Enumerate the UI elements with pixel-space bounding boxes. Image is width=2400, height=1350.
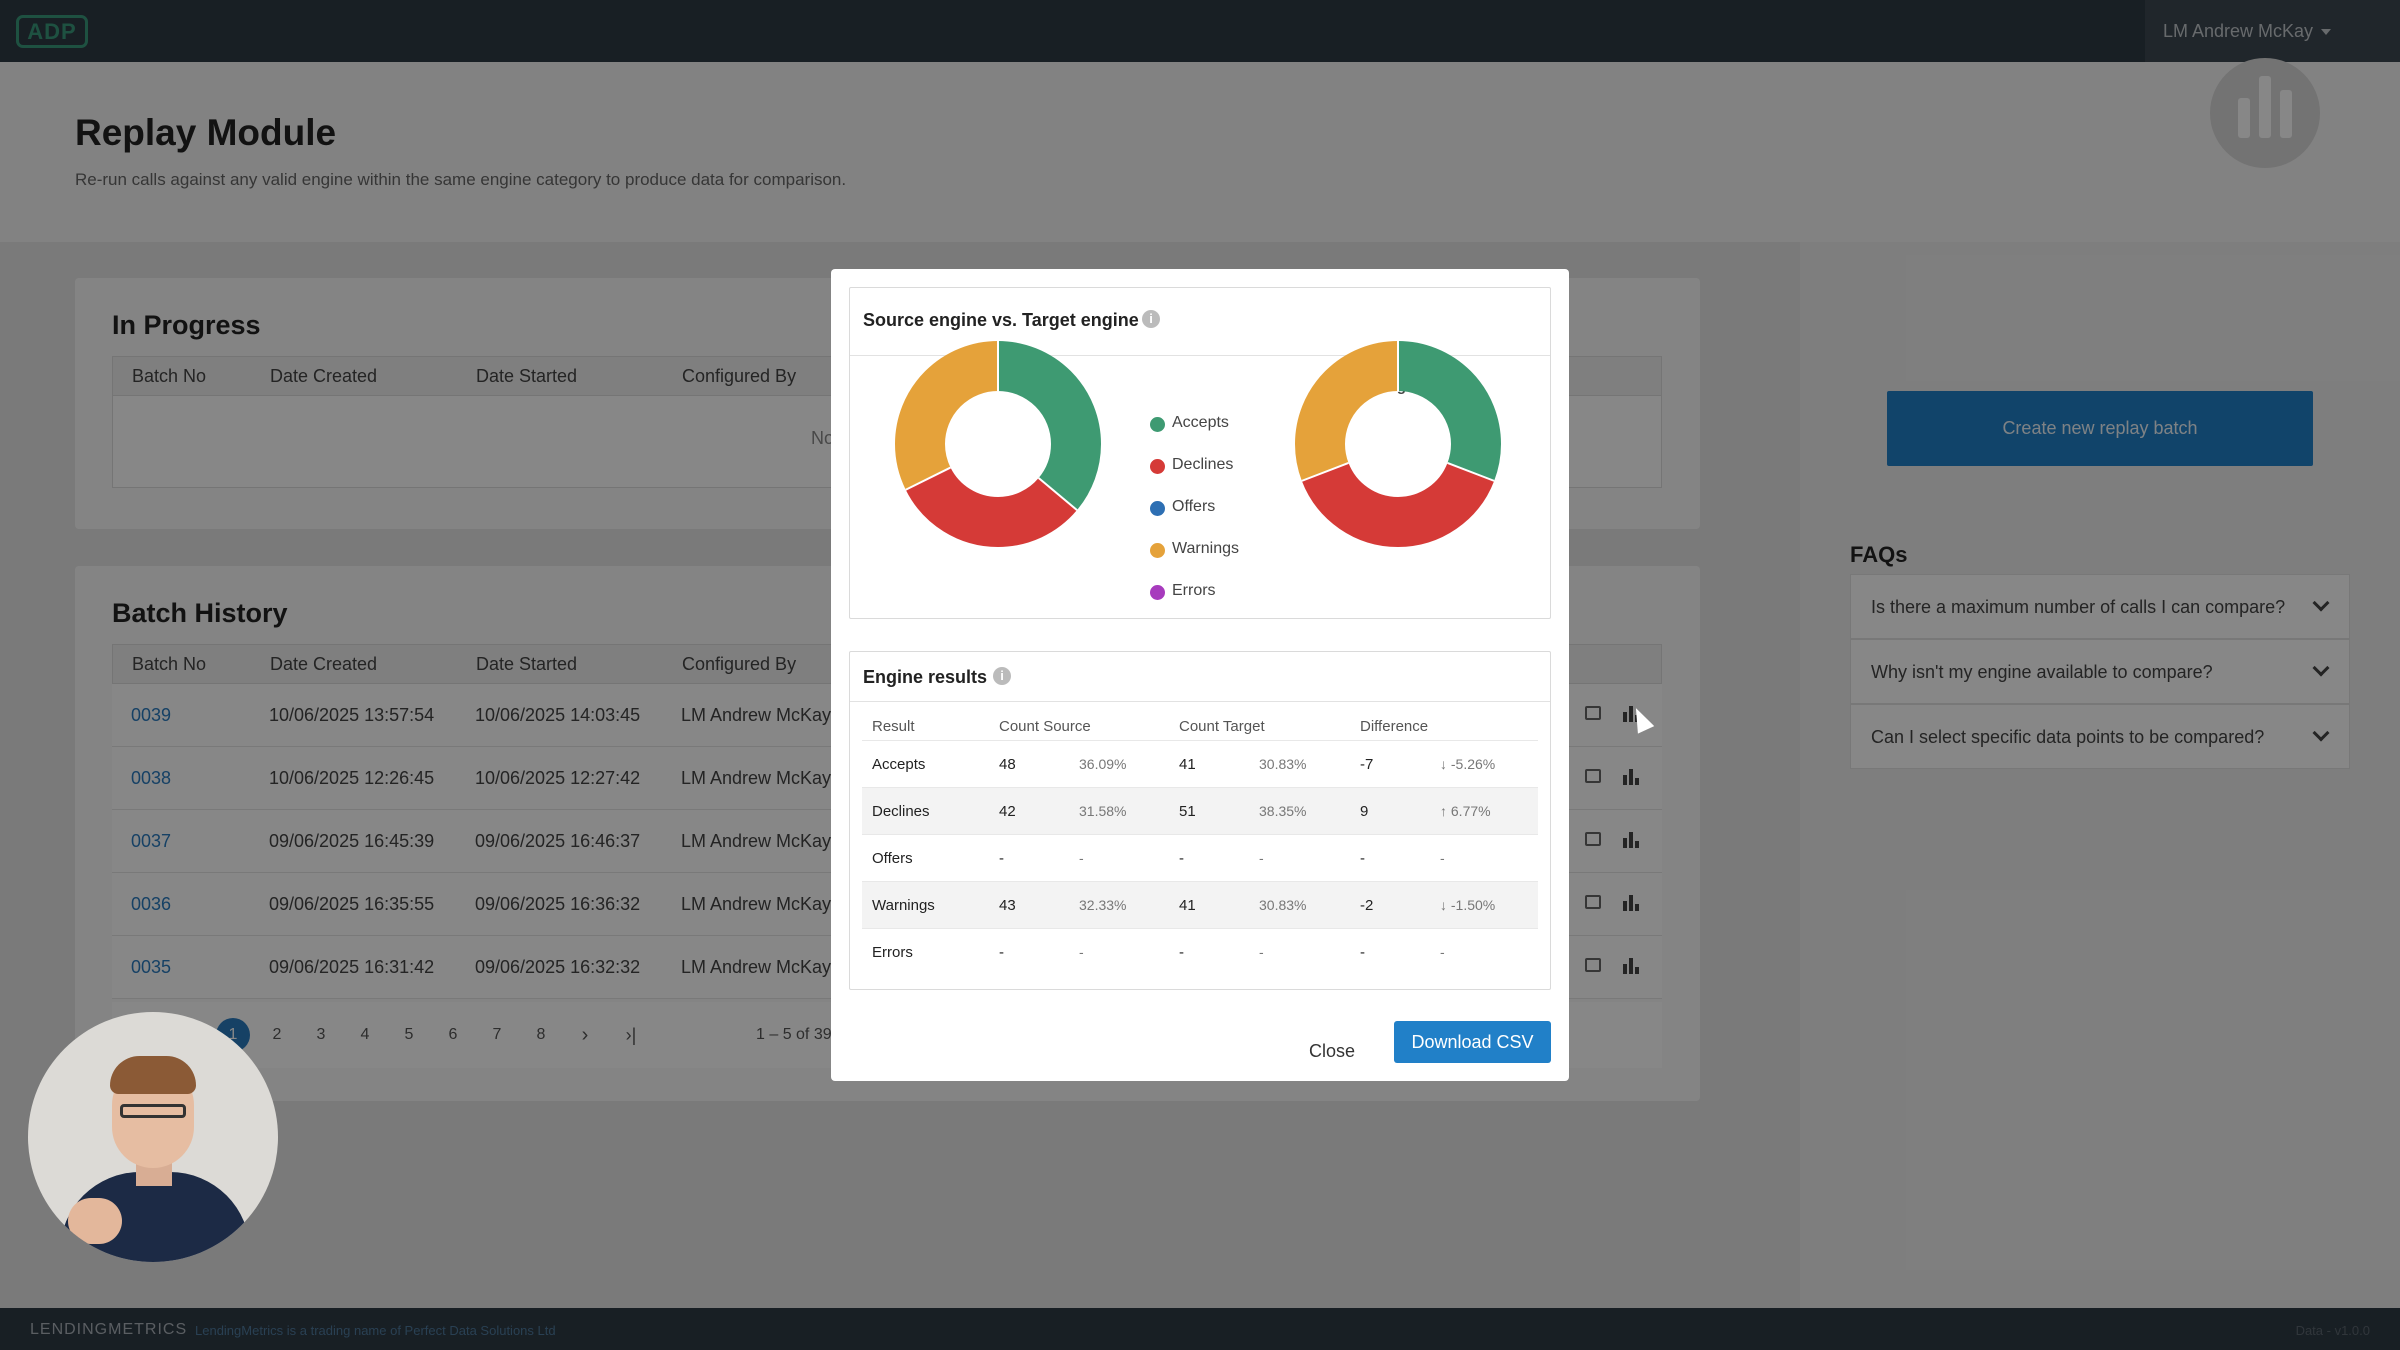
- presenter-webcam: [28, 1012, 278, 1262]
- count-source: -: [999, 944, 1004, 961]
- legend-swatch: [1150, 501, 1165, 516]
- comparison-modal: Source engine vs. Target engine i Source…: [831, 269, 1569, 1081]
- source-percent: 36.09%: [1079, 756, 1127, 772]
- legend-label: Accepts: [1172, 414, 1229, 431]
- source-percent: -: [1079, 944, 1084, 960]
- info-icon[interactable]: i: [1142, 310, 1160, 328]
- count-target: 41: [1179, 897, 1196, 914]
- legend-item[interactable]: Errors: [1150, 581, 1350, 603]
- target-percent: 30.83%: [1259, 897, 1307, 913]
- result-name: Errors: [872, 944, 913, 961]
- difference: -7: [1360, 756, 1374, 773]
- difference-percent: ↓ -5.26%: [1440, 756, 1496, 772]
- engine-comparison-panel: Source engine vs. Target engine i Source…: [849, 287, 1551, 619]
- difference: -2: [1360, 897, 1374, 914]
- col-difference: Difference: [1360, 718, 1429, 735]
- col-count-source: Count Source: [999, 718, 1091, 735]
- legend-item[interactable]: Warnings: [1150, 539, 1350, 561]
- results-row: Declines 42 31.58% 51 38.35% 9 ↑ 6.77%: [862, 787, 1538, 834]
- count-target: -: [1179, 944, 1184, 961]
- difference-percent: -: [1440, 850, 1445, 866]
- count-source: 42: [999, 803, 1016, 820]
- results-row: Offers - - - - - -: [862, 834, 1538, 881]
- target-percent: 30.83%: [1259, 756, 1307, 772]
- legend-item[interactable]: Declines: [1150, 455, 1350, 477]
- source-donut-chart: [895, 341, 1101, 547]
- legend-swatch: [1150, 585, 1165, 600]
- result-name: Warnings: [872, 897, 935, 914]
- result-name: Offers: [872, 850, 913, 867]
- count-source: 43: [999, 897, 1016, 914]
- result-name: Accepts: [872, 756, 926, 773]
- engine-panel-title: Source engine vs. Target engine: [863, 310, 1139, 330]
- results-row: Accepts 48 36.09% 41 30.83% -7 ↓ -5.26%: [862, 740, 1538, 787]
- count-target: 41: [1179, 756, 1196, 773]
- count-source: -: [999, 850, 1004, 867]
- col-result: Result: [872, 718, 915, 735]
- close-button[interactable]: Close: [1297, 1031, 1367, 1071]
- legend-swatch: [1150, 417, 1165, 432]
- difference: -: [1360, 944, 1365, 961]
- source-percent: 32.33%: [1079, 897, 1127, 913]
- source-percent: -: [1079, 850, 1084, 866]
- results-row: Warnings 43 32.33% 41 30.83% -2 ↓ -1.50%: [862, 881, 1538, 928]
- legend-swatch: [1150, 459, 1165, 474]
- result-name: Declines: [872, 803, 930, 820]
- source-percent: 31.58%: [1079, 803, 1127, 819]
- legend-label: Warnings: [1172, 540, 1239, 557]
- legend-item[interactable]: Accepts: [1150, 413, 1350, 435]
- legend-label: Offers: [1172, 498, 1216, 515]
- legend-label: Errors: [1172, 582, 1216, 599]
- legend-item[interactable]: Offers: [1150, 497, 1350, 519]
- target-percent: -: [1259, 944, 1264, 960]
- target-percent: -: [1259, 850, 1264, 866]
- legend-label: Declines: [1172, 456, 1234, 473]
- difference: -: [1360, 850, 1365, 867]
- results-row: Errors - - - - - -: [862, 928, 1538, 975]
- target-percent: 38.35%: [1259, 803, 1307, 819]
- col-count-target: Count Target: [1179, 718, 1265, 735]
- difference-percent: -: [1440, 944, 1445, 960]
- count-target: -: [1179, 850, 1184, 867]
- difference-percent: ↑ 6.77%: [1440, 803, 1491, 819]
- results-header: Result Count Source Count Target Differe…: [862, 710, 1538, 740]
- engine-results-panel: Engine results i Result Count Source Cou…: [849, 651, 1551, 990]
- difference: 9: [1360, 803, 1369, 820]
- download-csv-button[interactable]: Download CSV: [1394, 1021, 1551, 1063]
- difference-percent: ↓ -1.50%: [1440, 897, 1496, 913]
- legend-swatch: [1150, 543, 1165, 558]
- count-target: 51: [1179, 803, 1196, 820]
- results-panel-title: Engine results: [863, 667, 988, 687]
- count-source: 48: [999, 756, 1016, 773]
- info-icon[interactable]: i: [993, 667, 1011, 685]
